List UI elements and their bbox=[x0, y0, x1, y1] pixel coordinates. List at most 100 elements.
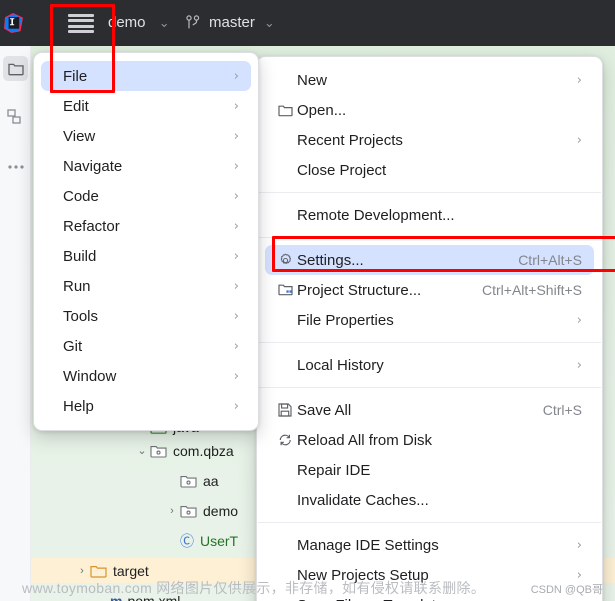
project-selector[interactable]: demo ⌄ bbox=[108, 12, 170, 34]
menu-item-project-structure[interactable]: Project Structure... Ctrl+Alt+Shift+S bbox=[265, 275, 594, 305]
tree-expand-arrow[interactable]: › bbox=[164, 505, 180, 517]
main-menu-item-code[interactable]: Code › bbox=[41, 181, 251, 211]
menu-item-invalidate-caches[interactable]: Invalidate Caches... bbox=[265, 485, 594, 515]
menu-separator bbox=[258, 342, 601, 343]
menu-item-label: New bbox=[297, 71, 328, 89]
menu-item-shortcut: Ctrl+S bbox=[542, 402, 582, 418]
main-menu-item-build[interactable]: Build › bbox=[41, 241, 251, 271]
menu-item-label: Open... bbox=[297, 101, 347, 119]
tree-row[interactable]: aa bbox=[164, 468, 219, 493]
menu-item-label: Navigate bbox=[63, 157, 123, 175]
main-menu-item-navigate[interactable]: Navigate › bbox=[41, 151, 251, 181]
submenu-arrow-icon: › bbox=[233, 128, 239, 144]
project-name-label: demo bbox=[108, 14, 146, 31]
menu-item-remote-development[interactable]: Remote Development... bbox=[265, 200, 594, 230]
menu-item-local-history[interactable]: Local History › bbox=[265, 350, 594, 380]
main-menu-item-git[interactable]: Git › bbox=[41, 331, 251, 361]
file-menu-popup[interactable]: New › Open... Recent Projects › Close Pr… bbox=[256, 56, 603, 601]
burger-line bbox=[68, 29, 94, 33]
menu-item-close-project[interactable]: Close Project bbox=[265, 155, 594, 185]
gear-icon bbox=[273, 253, 297, 268]
menu-item-label: Git bbox=[63, 337, 83, 355]
hamburger-menu-icon[interactable] bbox=[68, 14, 94, 33]
tree-row-label: UserT bbox=[200, 532, 239, 549]
burger-line bbox=[68, 14, 94, 17]
menu-item-label: Save All bbox=[297, 401, 352, 419]
main-menu-popup[interactable]: File › Edit › View › Navigate › Code › R… bbox=[33, 52, 259, 431]
menu-item-label: Code bbox=[63, 187, 99, 205]
project-structure-icon bbox=[273, 283, 297, 297]
target-folder-icon bbox=[90, 565, 107, 578]
menu-item-label: Remote Development... bbox=[297, 206, 455, 224]
menu-separator bbox=[258, 387, 601, 388]
submenu-arrow-icon: › bbox=[233, 98, 239, 114]
package-folder-icon bbox=[180, 505, 197, 518]
project-tool-window-button[interactable] bbox=[3, 56, 28, 81]
main-menu-item-tools[interactable]: Tools › bbox=[41, 301, 251, 331]
menu-separator bbox=[258, 192, 601, 193]
menu-item-label: Reload All from Disk bbox=[297, 431, 433, 449]
menu-item-new[interactable]: New › bbox=[265, 65, 594, 95]
git-branch-selector[interactable]: master ⌄ bbox=[186, 12, 275, 34]
package-folder-icon bbox=[180, 475, 197, 488]
menu-item-shortcut: Ctrl+Alt+S bbox=[518, 252, 582, 268]
tree-expand-arrow[interactable]: › bbox=[74, 565, 90, 577]
main-menu-item-edit[interactable]: Edit › bbox=[41, 91, 251, 121]
menu-item-label: File bbox=[63, 67, 88, 85]
menu-item-label: Settings... bbox=[297, 251, 364, 269]
menu-item-shortcut: Ctrl+Alt+Shift+S bbox=[482, 282, 582, 298]
main-menu-item-window[interactable]: Window › bbox=[41, 361, 251, 391]
submenu-arrow-icon: › bbox=[233, 278, 239, 294]
menu-item-label: Help bbox=[63, 397, 94, 415]
submenu-arrow-icon: › bbox=[233, 68, 239, 84]
menu-item-manage-ide-settings[interactable]: Manage IDE Settings › bbox=[265, 530, 594, 560]
submenu-arrow-icon: › bbox=[233, 368, 239, 384]
menu-item-label: Window bbox=[63, 367, 117, 385]
submenu-arrow-icon: › bbox=[233, 398, 239, 414]
menu-item-settings[interactable]: Settings... Ctrl+Alt+S bbox=[265, 245, 594, 275]
java-class-icon: Ⓒ bbox=[180, 532, 194, 549]
commit-tool-window-button[interactable] bbox=[3, 104, 28, 129]
folder-open-icon bbox=[273, 104, 297, 117]
menu-item-label: Invalidate Caches... bbox=[297, 491, 429, 509]
tree-row[interactable]: › demo bbox=[164, 498, 238, 523]
menu-item-recent-projects[interactable]: Recent Projects › bbox=[265, 125, 594, 155]
menu-separator bbox=[258, 522, 601, 523]
tree-row-label: aa bbox=[203, 472, 219, 489]
submenu-arrow-icon: › bbox=[576, 312, 582, 328]
main-toolbar: demo ⌄ master ⌄ bbox=[0, 0, 615, 46]
submenu-arrow-icon: › bbox=[576, 537, 582, 553]
menu-item-repair-ide[interactable]: Repair IDE bbox=[265, 455, 594, 485]
main-menu-item-run[interactable]: Run › bbox=[41, 271, 251, 301]
burger-line bbox=[68, 24, 94, 28]
branch-name-label: master bbox=[209, 14, 255, 31]
commit-icon bbox=[7, 108, 21, 124]
main-menu-item-help[interactable]: Help › bbox=[41, 391, 251, 421]
menu-item-open[interactable]: Open... bbox=[265, 95, 594, 125]
tree-row[interactable]: Ⓒ UserT bbox=[164, 528, 238, 553]
submenu-arrow-icon: › bbox=[576, 132, 582, 148]
main-menu-item-view[interactable]: View › bbox=[41, 121, 251, 151]
tree-row-label: demo bbox=[203, 502, 239, 519]
burger-line bbox=[68, 19, 94, 23]
menu-item-label: Close Project bbox=[297, 161, 387, 179]
submenu-arrow-icon: › bbox=[233, 308, 239, 324]
tree-row[interactable]: ⌄ com.qbza bbox=[134, 438, 233, 463]
menu-item-save-all[interactable]: Save All Ctrl+S bbox=[265, 395, 594, 425]
reload-icon bbox=[273, 433, 297, 447]
menu-item-label: Run bbox=[63, 277, 91, 295]
submenu-arrow-icon: › bbox=[576, 357, 582, 373]
submenu-arrow-icon: › bbox=[233, 218, 239, 234]
main-menu-item-refactor[interactable]: Refactor › bbox=[41, 211, 251, 241]
menu-item-reload-all-from-disk[interactable]: Reload All from Disk bbox=[265, 425, 594, 455]
chevron-down-icon: ⌄ bbox=[263, 15, 275, 30]
git-branch-icon bbox=[186, 15, 200, 29]
intellij-idea-logo bbox=[4, 13, 23, 33]
menu-item-label: Edit bbox=[63, 97, 89, 115]
tree-collapse-arrow[interactable]: ⌄ bbox=[134, 444, 150, 457]
more-tool-windows-button[interactable] bbox=[3, 154, 28, 179]
menu-item-label: Recent Projects bbox=[297, 131, 403, 149]
menu-item-file-properties[interactable]: File Properties › bbox=[265, 305, 594, 335]
chevron-down-icon: ⌄ bbox=[158, 15, 170, 30]
main-menu-item-file[interactable]: File › bbox=[41, 61, 251, 91]
